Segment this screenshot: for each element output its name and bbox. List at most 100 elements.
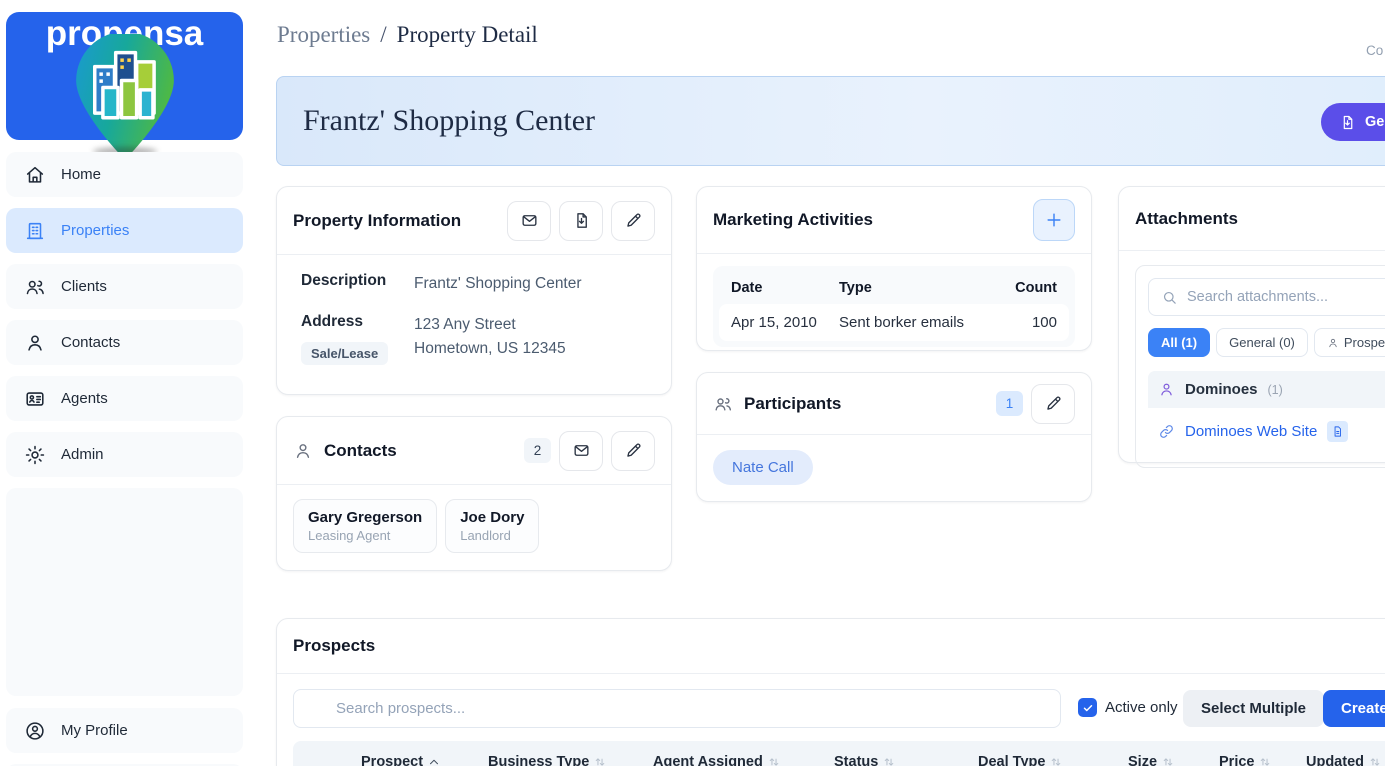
id-card-icon (24, 388, 46, 410)
property-information-card: Property Information Description Frantz'… (276, 186, 672, 395)
marketing-table-row[interactable]: Apr 15, 2010 Sent borker emails 100 (719, 304, 1069, 341)
sort-icon (1049, 755, 1063, 766)
edit-participants-button[interactable] (1031, 384, 1075, 424)
file-download-icon (572, 211, 591, 230)
active-only-label: Active only (1105, 699, 1178, 716)
contact-role: Leasing Agent (308, 528, 422, 543)
pencil-icon (624, 441, 643, 460)
contact-card-gary-gregerson[interactable]: Gary Gregerson Leasing Agent (293, 499, 437, 553)
filter-prospect[interactable]: Prospect (1) (1314, 328, 1385, 357)
mail-icon (572, 441, 591, 460)
attachment-name: Dominoes Web Site (1185, 423, 1317, 440)
column-header-prospect[interactable]: Prospect (361, 754, 441, 766)
select-multiple-button[interactable]: Select Multiple (1183, 690, 1324, 727)
column-header-size[interactable]: Size (1128, 754, 1175, 766)
description-label: Description (301, 272, 414, 296)
add-marketing-activity-button[interactable] (1033, 199, 1075, 241)
column-header-status[interactable]: Status (834, 754, 896, 766)
sidebar-item-label: My Profile (61, 722, 128, 739)
generate-report-button[interactable]: Gen (1321, 103, 1385, 141)
sidebar-item-agents[interactable]: Agents (6, 376, 243, 421)
sidebar-item-label: Properties (61, 222, 129, 239)
column-header-date: Date (731, 280, 839, 296)
sidebar-item-contacts[interactable]: Contacts (6, 320, 243, 365)
column-header-price[interactable]: Price (1219, 754, 1272, 766)
edit-property-button[interactable] (611, 201, 655, 241)
group-count: (1) (1268, 383, 1283, 397)
active-only-checkbox[interactable] (1078, 698, 1097, 717)
card-title: Property Information (293, 211, 461, 231)
marketing-table-header: Date Type Count (719, 272, 1069, 304)
pencil-icon (1044, 394, 1063, 413)
activity-type: Sent borker emails (839, 314, 997, 331)
participant-chip[interactable]: Nate Call (713, 450, 813, 485)
user-icon (1327, 337, 1339, 349)
breadcrumb-properties-link[interactable]: Properties (277, 22, 370, 47)
attachment-group-dominoes[interactable]: Dominoes (1) (1148, 371, 1385, 408)
edit-contacts-button[interactable] (611, 431, 655, 471)
column-header-type: Type (839, 280, 997, 296)
attachment-link-dominoes-web-site[interactable]: Dominoes Web Site (1148, 408, 1385, 455)
email-contacts-button[interactable] (559, 431, 603, 471)
mail-icon (520, 211, 539, 230)
filter-general[interactable]: General (0) (1216, 328, 1308, 357)
marketing-activities-card: Marketing Activities Date Type Count Apr… (696, 186, 1092, 351)
sidebar-item-label: Agents (61, 390, 108, 407)
users-icon (24, 276, 46, 298)
column-header-count: Count (997, 280, 1057, 296)
column-header-updated[interactable]: Updated (1306, 754, 1382, 766)
sidebar-item-properties[interactable]: Properties (6, 208, 243, 253)
filter-prospect-label: Prospect (1) (1344, 335, 1385, 350)
column-header-deal-type[interactable]: Deal Type (978, 754, 1063, 766)
open-attachment-button[interactable] (1327, 421, 1348, 442)
email-property-button[interactable] (507, 201, 551, 241)
search-icon (1161, 289, 1178, 306)
document-icon (1331, 425, 1344, 438)
activity-count: 100 (997, 314, 1057, 331)
sidebar-item-home[interactable]: Home (6, 152, 243, 197)
contact-name: Joe Dory (460, 509, 524, 526)
generate-button-label: Gen (1365, 114, 1385, 130)
participants-card: Participants 1 Nate Call (696, 372, 1092, 502)
app-logo[interactable]: propensa (6, 12, 243, 140)
contact-role: Landlord (460, 528, 524, 543)
column-header-business-type[interactable]: Business Type (488, 754, 607, 766)
contact-card-joe-dory[interactable]: Joe Dory Landlord (445, 499, 539, 553)
card-title: Marketing Activities (713, 210, 873, 230)
sidebar-item-label: Clients (61, 278, 107, 295)
check-icon (1082, 702, 1094, 714)
home-icon (24, 164, 46, 186)
card-title: Attachments (1135, 209, 1238, 229)
column-header-agent-assigned[interactable]: Agent Assigned (653, 754, 781, 766)
sort-icon (767, 755, 781, 766)
sidebar-item-label: Home (61, 166, 101, 183)
sort-icon (882, 755, 896, 766)
address-line1: 123 Any Street (414, 316, 516, 333)
filter-all[interactable]: All (1) (1148, 328, 1210, 357)
sort-asc-icon (427, 755, 441, 766)
breadcrumb-separator: / (380, 22, 386, 47)
gear-icon (24, 444, 46, 466)
prospects-search-input[interactable] (293, 689, 1061, 728)
sidebar-item-my-profile[interactable]: My Profile (6, 708, 243, 753)
sidebar-item-admin[interactable]: Admin (6, 432, 243, 477)
group-name: Dominoes (1185, 381, 1258, 398)
building-icon (24, 220, 46, 242)
card-title: Participants (744, 394, 841, 414)
sort-icon (1258, 755, 1272, 766)
contact-name: Gary Gregerson (308, 509, 422, 526)
sidebar-item-label: Contacts (61, 334, 120, 351)
prospects-table-header: Prospect Business Type Agent Assigned St… (293, 741, 1385, 766)
user-icon (24, 332, 46, 354)
attachments-search-input[interactable] (1187, 289, 1385, 305)
sort-icon (1161, 755, 1175, 766)
user-icon (293, 441, 313, 461)
sidebar-item-clients[interactable]: Clients (6, 264, 243, 309)
contacts-card: Contacts 2 Gary Gregerson Leasing Agent … (276, 416, 672, 571)
export-property-button[interactable] (559, 201, 603, 241)
map-pin-buildings-icon (66, 34, 184, 162)
create-prospect-button[interactable]: Create (1323, 690, 1385, 727)
pencil-icon (624, 211, 643, 230)
marketing-table: Date Type Count Apr 15, 2010 Sent borker… (713, 266, 1075, 347)
sort-icon (1368, 755, 1382, 766)
